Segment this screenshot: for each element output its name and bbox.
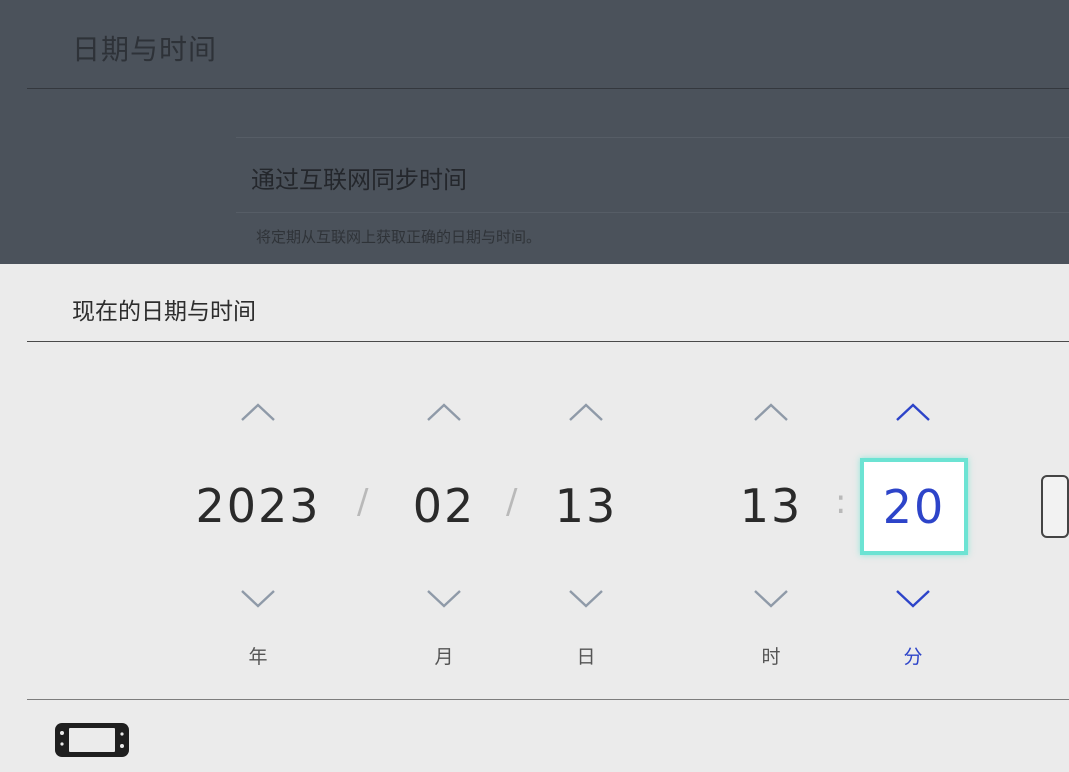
chevron-up-icon bbox=[241, 403, 275, 421]
date-separator: / bbox=[506, 482, 518, 522]
hour-unit-label: 时 bbox=[761, 646, 781, 668]
sheet-title-divider bbox=[27, 341, 1069, 342]
sync-time-description: 将定期从互联网上获取正确的日期与时间。 bbox=[256, 228, 542, 246]
month-unit-label: 月 bbox=[434, 646, 454, 668]
sheet-title: 现在的日期与时间 bbox=[72, 299, 256, 325]
chevron-down-icon bbox=[427, 590, 461, 608]
day-value[interactable]: 13 bbox=[542, 476, 630, 536]
minute-value[interactable]: 20 bbox=[860, 458, 968, 555]
row-divider-bottom bbox=[236, 212, 1069, 213]
month-increment-button[interactable] bbox=[422, 398, 466, 426]
chevron-down-icon bbox=[896, 590, 930, 608]
chevron-up-icon bbox=[754, 403, 788, 421]
page-title: 日期与时间 bbox=[72, 33, 218, 66]
chevron-up-icon bbox=[896, 403, 930, 421]
switch-console-icon bbox=[55, 723, 129, 757]
row-divider-top bbox=[236, 137, 1069, 138]
datetime-editor-sheet: 现在的日期与时间 2023 年 / 02 月 / 13 日 13 时 : 20 bbox=[0, 264, 1069, 772]
chevron-down-icon bbox=[754, 590, 788, 608]
year-unit-label: 年 bbox=[248, 646, 268, 668]
hour-value[interactable]: 13 bbox=[727, 476, 815, 536]
day-unit-label: 日 bbox=[576, 646, 596, 668]
year-increment-button[interactable] bbox=[236, 398, 280, 426]
chevron-down-icon bbox=[241, 590, 275, 608]
title-divider bbox=[27, 88, 1069, 89]
hour-decrement-button[interactable] bbox=[749, 585, 793, 613]
chevron-down-icon bbox=[569, 590, 603, 608]
chevron-up-icon bbox=[427, 403, 461, 421]
month-decrement-button[interactable] bbox=[422, 585, 466, 613]
hour-increment-button[interactable] bbox=[749, 398, 793, 426]
month-value[interactable]: 02 bbox=[400, 476, 488, 536]
date-separator: / bbox=[357, 482, 369, 522]
confirm-button[interactable] bbox=[1041, 475, 1069, 538]
minute-decrement-button[interactable] bbox=[891, 585, 935, 613]
chevron-up-icon bbox=[569, 403, 603, 421]
footer-divider bbox=[27, 699, 1069, 700]
minute-unit-label: 分 bbox=[903, 646, 923, 668]
minute-increment-button[interactable] bbox=[891, 398, 935, 426]
year-value[interactable]: 2023 bbox=[190, 476, 326, 536]
year-decrement-button[interactable] bbox=[236, 585, 280, 613]
day-decrement-button[interactable] bbox=[564, 585, 608, 613]
sync-time-label: 通过互联网同步时间 bbox=[251, 166, 467, 194]
time-separator: : bbox=[835, 482, 847, 522]
background-settings-page: 日期与时间 通过互联网同步时间 将定期从互联网上获取正确的日期与时间。 bbox=[0, 0, 1069, 264]
day-increment-button[interactable] bbox=[564, 398, 608, 426]
